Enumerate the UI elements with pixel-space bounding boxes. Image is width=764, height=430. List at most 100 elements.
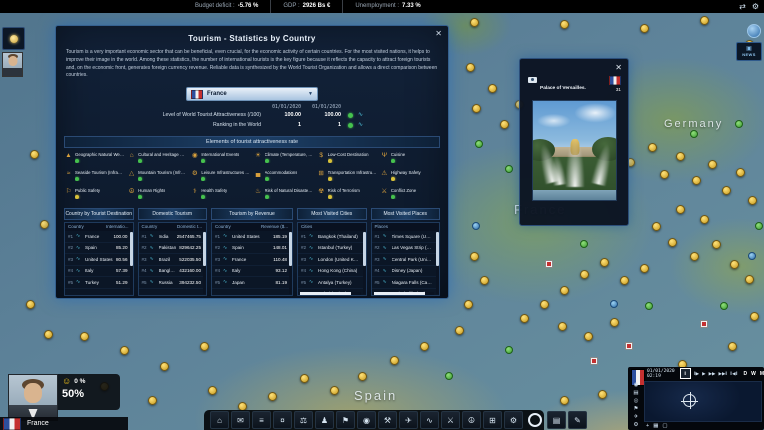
nature-poi-icon[interactable]: [505, 165, 513, 173]
toolbar-button[interactable]: ¤: [273, 411, 292, 429]
tourism-poi-icon[interactable]: [676, 152, 685, 161]
tourism-poi-icon[interactable]: [120, 346, 129, 355]
table-row[interactable]: #5 ∿ Niagara Falls (Canada): [372, 277, 440, 289]
minimap-tool-icon[interactable]: ✈: [634, 414, 639, 421]
tourism-poi-icon[interactable]: [676, 205, 685, 214]
tourism-poi-icon[interactable]: [44, 330, 53, 339]
tourism-poi-icon[interactable]: [330, 386, 339, 395]
toolbar-button[interactable]: ⚔: [441, 411, 460, 429]
character-thumbnail-button[interactable]: [2, 52, 23, 77]
toolbar-button[interactable]: ☮: [462, 411, 481, 429]
attractiveness-element[interactable]: ⚐ Public Safety: [64, 188, 124, 203]
tourism-poi-icon[interactable]: [660, 170, 669, 179]
minimap-tool-icon[interactable]: ◉: [634, 382, 639, 389]
tourism-poi-icon[interactable]: [558, 322, 567, 331]
tourism-poi-icon[interactable]: [598, 390, 607, 399]
gear-icon[interactable]: ⚙: [752, 0, 759, 13]
table-row[interactable]: #4 ∿ Disney (Japan): [372, 266, 440, 278]
table-row[interactable]: #2 ∿ Spain 148.01: [212, 243, 292, 255]
period-button[interactable]: M: [760, 371, 764, 377]
tourism-poi-icon[interactable]: [464, 300, 473, 309]
attractiveness-element[interactable]: ⚕ Health Safety: [190, 188, 250, 203]
vertical-scrollbar[interactable]: [289, 232, 292, 294]
table-row[interactable]: #2 ∿ Spain 85.20: [65, 243, 133, 255]
tourism-poi-icon[interactable]: [466, 63, 475, 72]
toolbar-button[interactable]: ⊞: [483, 411, 502, 429]
tourism-poi-icon[interactable]: [748, 196, 757, 205]
attractiveness-element[interactable]: ⚔ Conflict Zone: [380, 188, 440, 203]
table-row[interactable]: #5 ∿ Antalya (Turkey): [298, 277, 366, 289]
table-row[interactable]: #4 ∿ Bangladesh 432160.00: [139, 266, 207, 278]
leader-portrait[interactable]: [8, 374, 58, 421]
sparkline-icon[interactable]: ∿: [358, 122, 363, 128]
attractiveness-element[interactable]: Ψ Cuisine: [380, 152, 440, 167]
minimap-tool-icon[interactable]: ▤: [633, 390, 638, 397]
table-row[interactable]: #2 ∿ Pakistan 829642.25: [139, 243, 207, 255]
attractiveness-element[interactable]: ▲ Geographic Natural Wealth: [64, 152, 124, 167]
minimap-tool-icon[interactable]: +: [646, 423, 649, 429]
vertical-scrollbar[interactable]: [203, 232, 206, 294]
advisor-button[interactable]: [2, 27, 25, 50]
nature-poi-icon[interactable]: [580, 240, 588, 248]
attractiveness-element[interactable]: ▄ Accommodations: [254, 170, 314, 185]
horizontal-scrollbar[interactable]: [300, 292, 361, 295]
globe-ring-button[interactable]: [528, 413, 542, 427]
player-country-bar[interactable]: France: [0, 417, 128, 430]
tourism-poi-icon[interactable]: [200, 342, 209, 351]
vertical-scrollbar[interactable]: [436, 232, 439, 294]
tourism-poi-icon[interactable]: [690, 252, 699, 261]
tourism-poi-icon[interactable]: [480, 276, 489, 285]
table-row[interactable]: #2 ∿ Istanbul (Turkey): [298, 243, 366, 255]
attractiveness-element[interactable]: ☮ Human Rights: [127, 188, 187, 203]
country-selector[interactable]: France ▼: [186, 87, 318, 101]
tourism-poi-icon[interactable]: [600, 258, 609, 267]
nature-poi-icon[interactable]: [720, 302, 728, 310]
tourism-poi-icon[interactable]: [745, 275, 754, 284]
tourism-poi-icon[interactable]: [148, 396, 157, 405]
toolbar-button[interactable]: ⌂: [210, 411, 229, 429]
alert-poi-icon[interactable]: [545, 260, 553, 268]
tourism-poi-icon[interactable]: [640, 24, 649, 33]
table-row[interactable]: #5 ∿ Turkey 51.29: [65, 277, 133, 289]
table-row[interactable]: #2 ∿ Las Vegas Strip (United Sta...: [372, 243, 440, 255]
tourism-poi-icon[interactable]: [700, 215, 709, 224]
table-row[interactable]: #5 ∿ Russia 394232.50: [139, 277, 207, 289]
alert-poi-icon[interactable]: [590, 357, 598, 365]
sparkline-icon[interactable]: ∿: [358, 112, 363, 118]
tourism-poi-icon[interactable]: [500, 120, 509, 129]
toolbar-button[interactable]: ⚖: [294, 411, 313, 429]
tourism-poi-icon[interactable]: [420, 342, 429, 351]
table-row[interactable]: #4 ∿ Italy 57.39: [65, 266, 133, 278]
toolbar-button[interactable]: ✉: [231, 411, 250, 429]
scrollbar-thumb[interactable]: [374, 292, 425, 295]
scrollbar-thumb[interactable]: [436, 232, 439, 266]
sync-icon[interactable]: ⇄: [739, 0, 746, 13]
tourism-poi-icon[interactable]: [470, 18, 479, 27]
toolbar-button[interactable]: ✎: [568, 411, 587, 429]
minimap-tool-icon[interactable]: ⚑: [634, 406, 639, 413]
toolbar-button[interactable]: ◉: [357, 411, 376, 429]
nature-poi-icon[interactable]: [755, 222, 763, 230]
tourism-poi-icon[interactable]: [208, 386, 217, 395]
speed-button[interactable]: ▶▶: [709, 371, 716, 377]
attractiveness-element[interactable]: ⚙ Leisure Infrastructures (Am...: [190, 170, 250, 185]
tourism-poi-icon[interactable]: [520, 314, 529, 323]
vertical-scrollbar[interactable]: [363, 232, 366, 294]
speed-button[interactable]: ▶▶‖: [719, 371, 728, 377]
pause-button[interactable]: ‖: [680, 368, 691, 379]
table-row[interactable]: #1 ∿ Bangkok (Thailand): [298, 231, 366, 243]
table-row[interactable]: #4 ∿ Italy 93.12: [212, 266, 292, 278]
attractiveness-element[interactable]: $ Low-Cost Destination: [317, 152, 377, 167]
minimap-tool-icon[interactable]: ⚙: [634, 422, 639, 429]
tourism-poi-icon[interactable]: [708, 160, 717, 169]
tourism-poi-icon[interactable]: [455, 326, 464, 335]
water-poi-icon[interactable]: [610, 300, 618, 308]
tourism-poi-icon[interactable]: [730, 260, 739, 269]
tourism-poi-icon[interactable]: [560, 20, 569, 29]
tourism-poi-icon[interactable]: [30, 150, 39, 159]
tourism-poi-icon[interactable]: [26, 300, 35, 309]
speed-button[interactable]: ‖▶: [694, 371, 699, 377]
water-poi-icon[interactable]: [748, 252, 756, 260]
table-row[interactable]: #1 ∿ India 2547465.75: [139, 231, 207, 243]
tourism-poi-icon[interactable]: [712, 240, 721, 249]
